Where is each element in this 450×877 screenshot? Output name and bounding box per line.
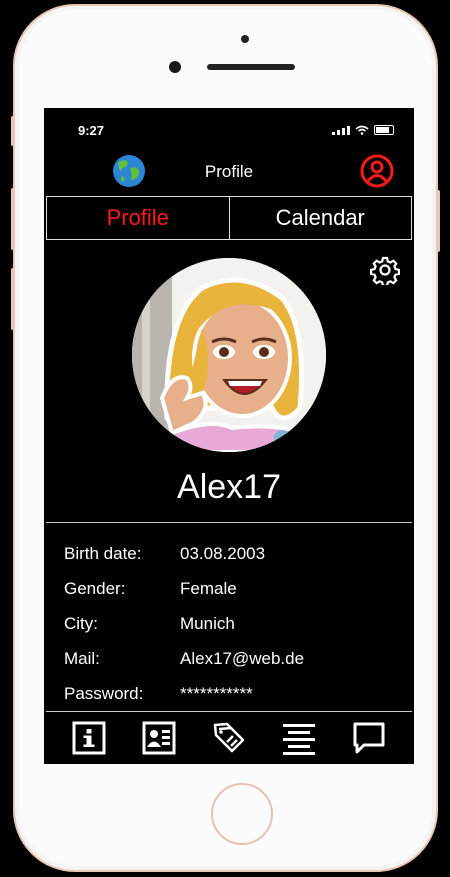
tab-calendar[interactable]: Calendar <box>228 197 412 239</box>
wifi-icon <box>355 125 369 135</box>
status-icons <box>332 125 394 135</box>
detail-value: Munich <box>180 614 235 633</box>
detail-row-city: City: Munich <box>64 614 404 649</box>
volume-up-button[interactable] <box>11 188 15 250</box>
detail-row-birth-date: Birth date: 03.08.2003 <box>64 544 404 579</box>
proximity-sensor <box>241 35 249 43</box>
detail-label: Password: <box>64 684 144 703</box>
tab-bar: Profile Calendar <box>46 196 412 240</box>
nav-divider <box>46 711 412 712</box>
detail-label: Mail: <box>64 649 100 668</box>
profile-username: Alex17 <box>177 468 281 506</box>
mute-switch[interactable] <box>11 116 15 146</box>
info-icon[interactable] <box>71 720 107 756</box>
tab-profile[interactable]: Profile <box>47 197 229 239</box>
detail-row-password: Password: *********** <box>64 684 404 719</box>
app-header: Profile <box>44 152 414 190</box>
volume-down-button[interactable] <box>11 268 15 330</box>
status-time: 9:27 <box>78 123 105 138</box>
avatar[interactable] <box>132 258 326 452</box>
detail-value: 03.08.2003 <box>180 544 266 563</box>
status-bar: 9:27 <box>44 122 414 140</box>
detail-value: Female <box>180 579 237 598</box>
divider <box>46 522 412 523</box>
list-icon[interactable] <box>281 720 317 756</box>
app-screen: 9:27 Profile Profile Calendar Alex17 Bir… <box>44 108 414 764</box>
gear-icon[interactable] <box>370 255 400 285</box>
battery-icon <box>374 125 394 135</box>
detail-value: *********** <box>180 684 253 703</box>
detail-row-gender: Gender: Female <box>64 579 404 614</box>
signal-icon <box>332 125 350 135</box>
detail-label: Gender: <box>64 579 126 598</box>
profile-details: Birth date: 03.08.2003 Gender: Female Ci… <box>64 544 404 719</box>
home-button[interactable] <box>211 783 273 845</box>
detail-label: Birth date: <box>64 544 142 563</box>
user-circle-icon[interactable] <box>360 154 394 188</box>
detail-row-mail: Mail: Alex17@web.de <box>64 649 404 684</box>
front-camera <box>169 61 181 73</box>
tags-icon[interactable] <box>211 720 247 756</box>
avatar-illustration <box>132 258 326 452</box>
power-button[interactable] <box>436 190 440 252</box>
detail-label: City: <box>64 614 98 633</box>
contact-card-icon[interactable] <box>141 720 177 756</box>
page-title: Profile <box>204 162 254 181</box>
detail-value: Alex17@web.de <box>180 649 305 668</box>
bottom-nav <box>44 716 414 760</box>
chat-icon[interactable] <box>351 720 387 756</box>
earpiece-speaker <box>207 64 295 70</box>
